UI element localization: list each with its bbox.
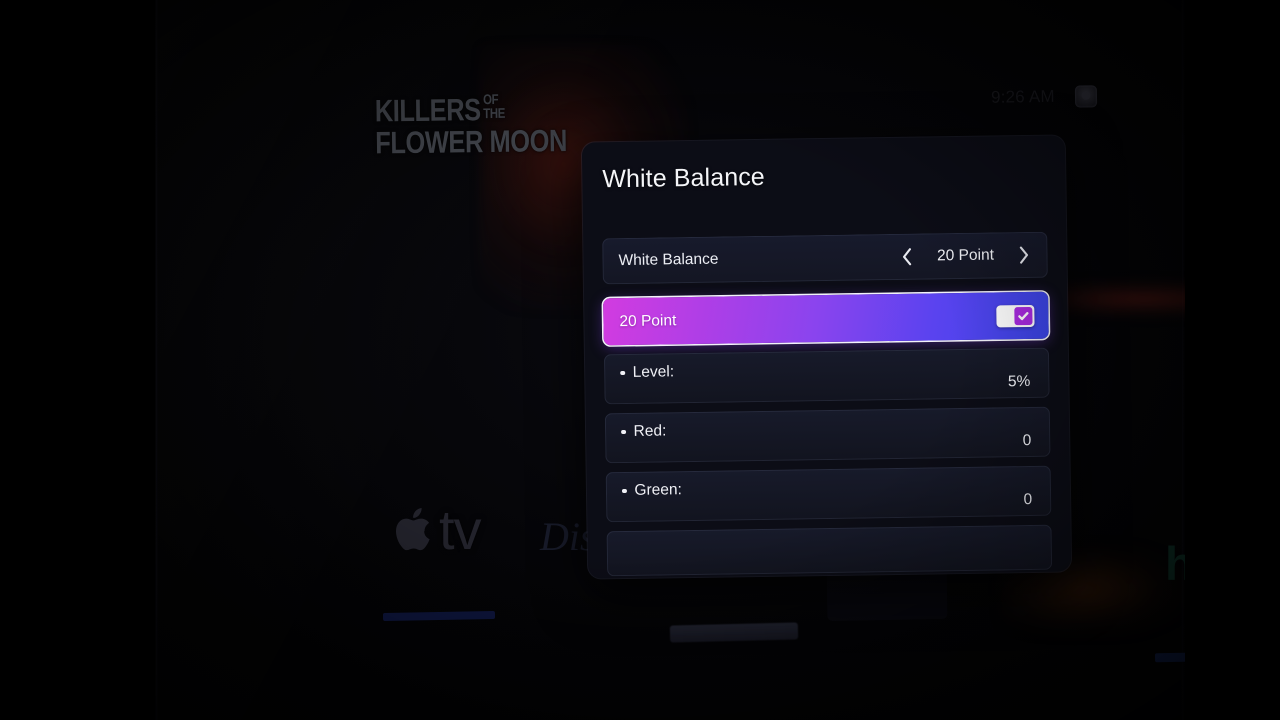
checkmark-icon [1014,306,1033,325]
row-red[interactable]: Red: 0 [604,406,1051,464]
app-tile-hulu[interactable]: hulu [1165,536,1185,591]
background-tile-blue-right [1154,650,1185,663]
row-green-label-text: Green: [634,481,682,499]
row-level-label: Level: [620,363,674,382]
selector-control: 20 Point [899,244,1031,268]
app-tile-apple-tv[interactable]: tv [393,497,482,562]
focused-row-label: 20 Point [619,311,677,330]
chevron-right-icon[interactable] [1016,244,1031,266]
movie-title-the: THE [483,104,506,122]
bullet-icon [620,370,625,376]
white-balance-selector-row[interactable]: White Balance 20 Point [602,231,1048,285]
movie-title-line2: FLOWER MOON [375,122,568,160]
tv-screen: KILLERS OF THE FLOWER MOON tv Dis h 9:26… [155,0,1185,720]
background-tile-blue-left [382,611,496,621]
row-20-point-selected[interactable]: 20 Point [603,291,1049,346]
poster-glow-right [1055,278,1185,320]
apple-tv-label: tv [439,498,482,561]
hulu-label: hulu [1165,537,1185,590]
row-red-label: Red: [621,422,667,441]
bullet-icon [621,488,627,494]
status-bar: 9:26 AM [991,85,1098,108]
enable-toggle[interactable] [996,304,1035,327]
profile-avatar[interactable] [1074,85,1098,108]
row-red-value: 0 [1022,431,1032,450]
dialog-title: White Balance [602,162,766,194]
featured-movie-title: KILLERS OF THE FLOWER MOON [375,91,610,160]
row-green[interactable]: Green: 0 [605,465,1052,523]
row-green-label: Green: [621,481,682,500]
background-shelf-bar [669,622,799,643]
row-red-label-text: Red: [633,422,667,440]
selector-value: 20 Point [936,246,995,265]
row-level-value: 5% [1007,372,1031,391]
bullet-icon [621,429,626,435]
row-green-value: 0 [1023,490,1033,509]
apple-logo-icon [393,504,437,556]
clock: 9:26 AM [991,86,1056,107]
white-balance-dialog: White Balance White Balance 20 Point 20 … [581,135,1072,579]
chevron-left-icon[interactable] [899,246,914,268]
tv-photo-frame: KILLERS OF THE FLOWER MOON tv Dis h 9:26… [0,0,1280,720]
row-level[interactable]: Level: 5% [603,347,1050,405]
settings-list[interactable]: White Balance 20 Point 20 Point Level: 5… [583,231,1071,578]
row-next-clipped[interactable] [606,524,1053,577]
selector-label: White Balance [618,250,719,270]
row-level-label-text: Level: [632,363,675,381]
